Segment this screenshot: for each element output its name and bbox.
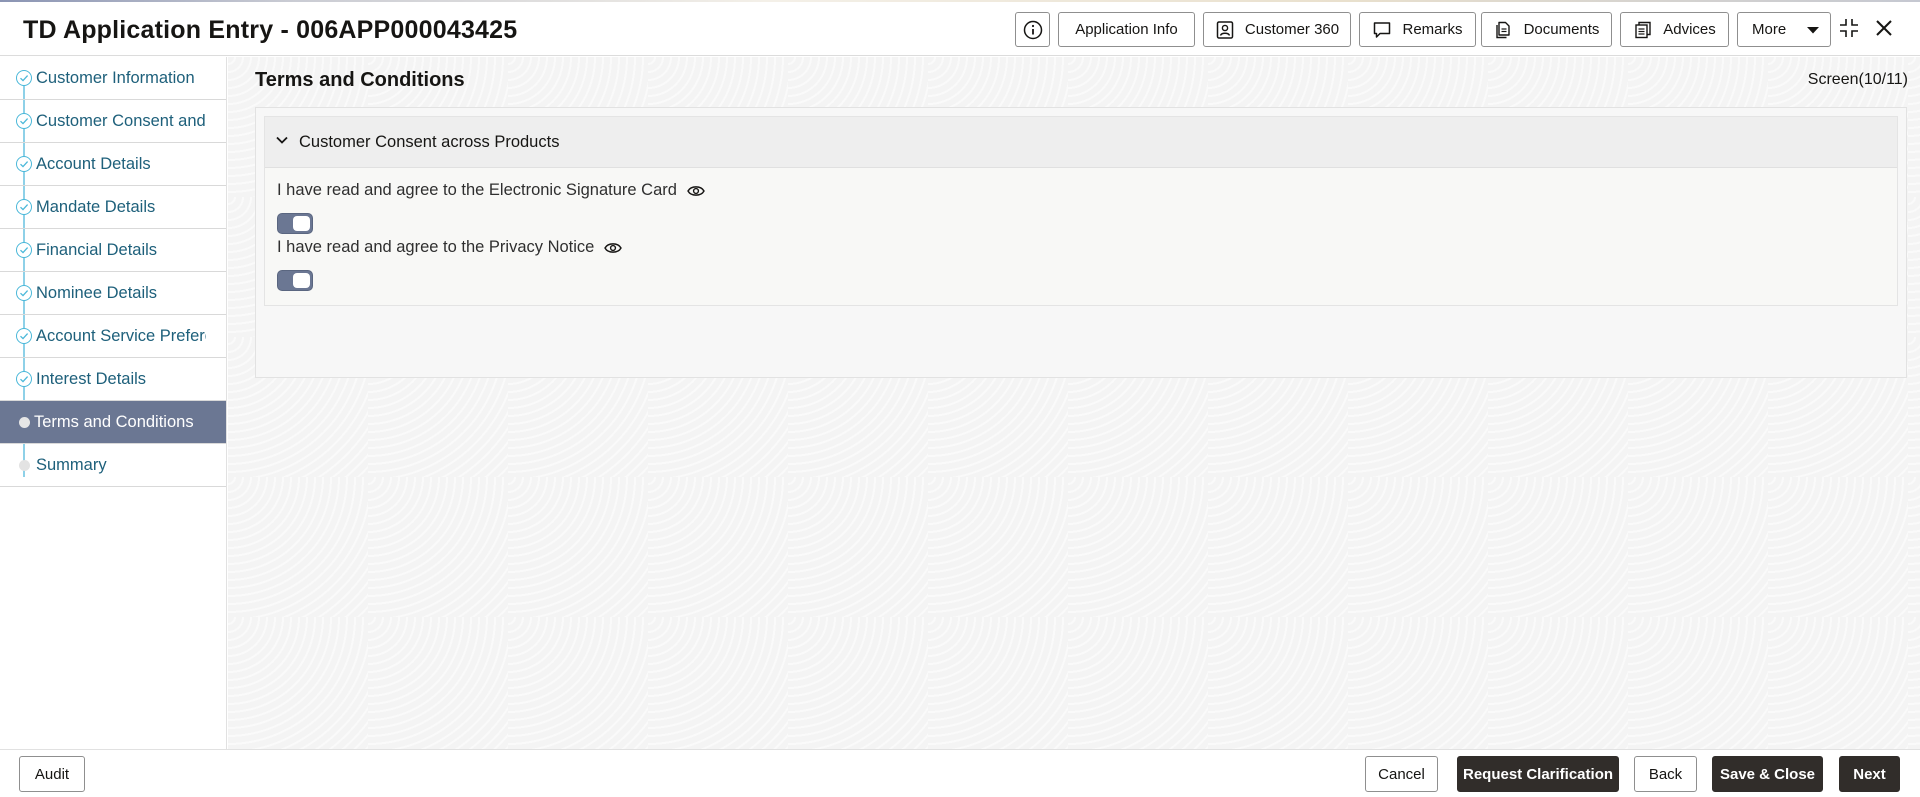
main-content: Terms and Conditions Screen(10/11) Custo… [228,57,1920,749]
documents-icon [1495,21,1510,38]
remarks-label: Remarks [1402,21,1463,38]
customer-360-label: Customer 360 [1244,21,1340,38]
info-icon [1023,20,1042,39]
sidebar-item-summary[interactable]: Summary [0,444,226,487]
cancel-button[interactable]: Cancel [1365,756,1438,792]
step-completed-check-icon [16,113,32,129]
sidebar-item-terms-and-conditions[interactable]: Terms and Conditions [0,401,226,444]
header-bar: TD Application Entry - 006APP000043425 A… [0,2,1920,56]
sidebar-item-financial-details[interactable]: Financial Details [0,229,226,272]
step-completed-check-icon [16,199,32,215]
sidebar-item-label: Financial Details [36,240,158,259]
sidebar-item-label: Terms and Conditions [34,412,194,431]
step-completed-check-icon [16,371,32,387]
next-button[interactable]: Next [1839,756,1900,792]
consent-text: I have read and agree to the Privacy Not… [277,238,595,256]
consent-label-privacy-notice: I have read and agree to the Privacy Not… [277,238,623,257]
sidebar-item-customer-consent[interactable]: Customer Consent and ... [0,100,226,143]
section-header-toggle[interactable]: Customer Consent across Products [265,117,1897,168]
sidebar-item-label: Nominee Details [36,283,158,302]
application-info-label: Application Info [1075,21,1178,38]
consent-text: I have read and agree to the Electronic … [277,181,677,199]
sidebar-item-account-details[interactable]: Account Details [0,143,226,186]
sidebar-item-label: Account Details [36,154,151,173]
page-title: Terms and Conditions [255,69,465,91]
audit-button[interactable]: Audit [19,756,85,792]
advices-button[interactable]: Advices [1620,12,1729,47]
close-icon[interactable] [1873,17,1895,39]
step-navigation-sidebar: Customer Information Customer Consent an… [0,57,227,749]
info-button[interactable] [1015,12,1050,47]
remarks-button[interactable]: Remarks [1359,12,1476,47]
consent-section: Customer Consent across Products I have … [264,116,1898,306]
step-completed-check-icon [16,328,32,344]
sidebar-item-nominee-details[interactable]: Nominee Details [0,272,226,315]
sidebar-item-label: Customer Information [36,68,195,87]
section-title: Customer Consent across Products [299,132,560,151]
documents-label: Documents [1523,21,1600,38]
comment-icon [1374,21,1391,38]
footer-action-bar: Audit Cancel Request Clarification Back … [0,749,1920,797]
caret-down-icon [1807,26,1820,33]
sidebar-item-interest-details[interactable]: Interest Details [0,358,226,401]
step-completed-check-icon [16,70,32,86]
more-label: More [1752,21,1787,38]
back-button[interactable]: Back [1634,756,1697,792]
customer-360-button[interactable]: Customer 360 [1203,12,1351,47]
application-info-button[interactable]: Application Info [1058,12,1195,47]
advices-icon [1635,21,1651,38]
step-completed-check-icon [16,156,32,172]
esign-card-consent-toggle[interactable] [277,213,313,234]
eye-icon[interactable] [687,184,705,198]
sidebar-item-account-service-preferences[interactable]: Account Service Prefere... [0,315,226,358]
toggle-knob [293,216,310,231]
advices-label: Advices [1663,21,1716,38]
documents-button[interactable]: Documents [1481,12,1612,47]
request-clarification-button[interactable]: Request Clarification [1457,756,1619,792]
step-current-dot-icon [19,416,30,428]
sidebar-item-label: Interest Details [36,369,147,388]
consent-label-esign-card: I have read and agree to the Electronic … [277,181,705,200]
page-header-title: TD Application Entry - 006APP000043425 [23,16,518,44]
chevron-down-icon [276,136,288,144]
privacy-notice-consent-toggle[interactable] [277,270,313,291]
sidebar-item-label: Summary [36,455,107,474]
step-completed-check-icon [16,285,32,301]
more-dropdown[interactable]: More [1737,12,1831,47]
step-pending-dot-icon [19,459,30,471]
user-card-icon [1216,20,1234,39]
save-and-close-button[interactable]: Save & Close [1712,756,1823,792]
sidebar-item-mandate-details[interactable]: Mandate Details [0,186,226,229]
toggle-knob [293,273,310,288]
minimize-icon[interactable] [1838,16,1860,40]
step-completed-check-icon [16,242,32,258]
sidebar-item-customer-information[interactable]: Customer Information [0,57,226,100]
eye-icon[interactable] [604,241,623,255]
content-panel: Customer Consent across Products I have … [255,107,1907,378]
screen-counter: Screen(10/11) [1807,71,1908,88]
sidebar-item-label: Mandate Details [36,197,156,216]
sidebar-item-label: Account Service Prefere... [36,326,206,345]
sidebar-item-label: Customer Consent and ... [36,111,206,130]
